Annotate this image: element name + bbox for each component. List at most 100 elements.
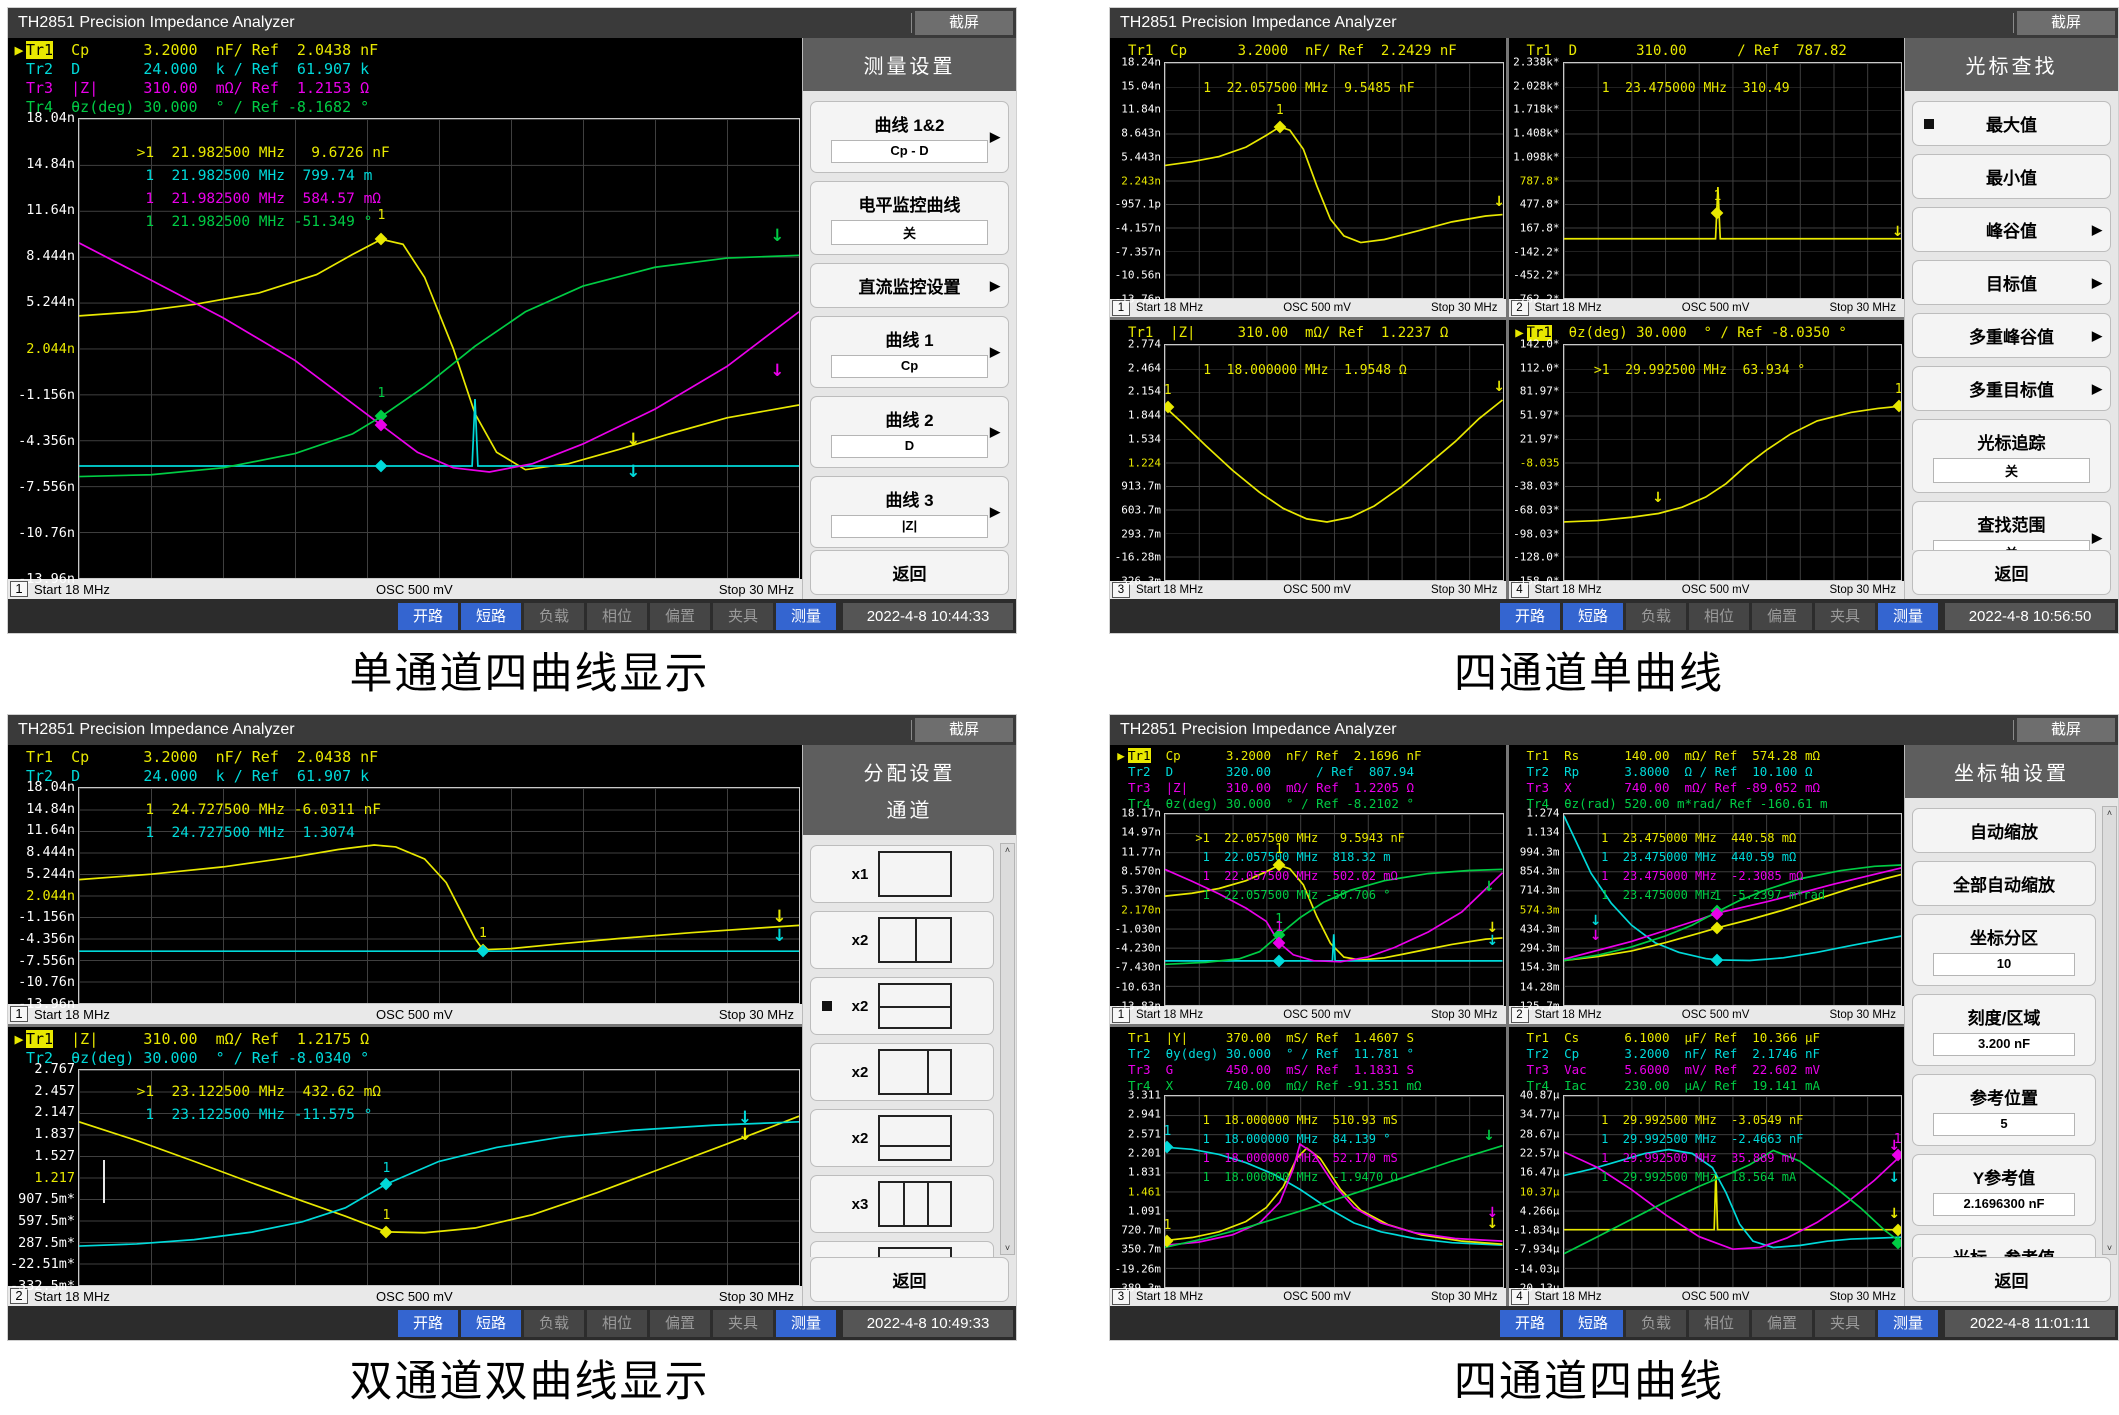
menu-button-1[interactable]: 电平监控曲线关 — [810, 181, 1009, 255]
status-button-2[interactable]: 负载 — [524, 1310, 584, 1337]
cursor-line — [103, 1160, 105, 1203]
menu-button-3[interactable]: 目标值▶ — [1912, 260, 2111, 305]
menu-button-0[interactable]: 曲线 1&2Cp - D▶ — [810, 101, 1009, 173]
active-trace-arrow-icon — [1114, 323, 1128, 343]
plot-area[interactable]: 1 18.000000 MHz 510.93 mS 1 18.000000 MH… — [1164, 1095, 1504, 1288]
status-button-4[interactable]: 偏置 — [1752, 1310, 1812, 1337]
marker-number-label: 1 — [377, 208, 385, 223]
status-button-2[interactable]: 负载 — [1626, 1310, 1686, 1337]
y-axis-tick-label: 1.831 — [1128, 1166, 1161, 1179]
back-button[interactable]: 返回 — [1912, 1257, 2111, 1302]
menu-button-4[interactable]: 参考位置5 — [1912, 1074, 2096, 1146]
menu-button-6[interactable]: x3 — [810, 1241, 994, 1257]
back-button[interactable]: 返回 — [1912, 550, 2111, 595]
y-axis-tick-label: -16.28m — [1115, 551, 1161, 564]
menu-button-3[interactable]: x2 — [810, 1043, 994, 1101]
status-button-1[interactable]: 短路 — [1563, 1310, 1623, 1337]
status-button-1[interactable]: 短路 — [461, 603, 521, 630]
menu-button-7[interactable]: 查找范围关▶ — [1912, 501, 2111, 550]
back-button[interactable]: 返回 — [810, 550, 1009, 595]
y-axis-tick-label: 1.718k* — [1513, 103, 1559, 116]
screenshot-button[interactable]: 截屏 — [2017, 11, 2115, 35]
plot-row: 18.24n15.04n11.84n8.643n5.443n2.243n-957… — [1110, 62, 1506, 299]
screenshot-button[interactable]: 截屏 — [915, 718, 1013, 742]
marker-readout: >1 22.057500 MHz 9.5943 nF 1 22.057500 M… — [1195, 829, 1405, 905]
plot-area[interactable]: >1 21.982500 MHz 9.6726 nF 1 21.982500 M… — [78, 118, 800, 579]
plot-area[interactable]: 1 18.000000 MHz 1.9548 Ω1↓ — [1164, 344, 1504, 581]
menu-scrollbar[interactable]: ˄˅ — [1000, 843, 1015, 1255]
menu-button-1[interactable]: 全部自动缩放 — [1912, 861, 2096, 906]
status-button-2[interactable]: 负载 — [524, 603, 584, 630]
display-area: ▶Tr1 Cp 3.2000 nF/ Ref 2.1696 nF Tr2 D 3… — [1110, 745, 1904, 1306]
status-button-0[interactable]: 开路 — [398, 603, 458, 630]
trace-header: ▶Tr1 |Z| 310.00 mΩ/ Ref 1.2175 Ω Tr2 θz(… — [8, 1027, 802, 1069]
y-axis-tick-label: 1.091 — [1128, 1204, 1161, 1217]
trace-params: |Z| 310.00 mΩ/ Ref 1.2205 Ω — [1151, 780, 1414, 795]
status-button-0[interactable]: 开路 — [398, 1310, 458, 1337]
status-button-0[interactable]: 开路 — [1500, 603, 1560, 630]
quad-top-right: TH2851 Precision Impedance Analyzer截屏 Tr… — [1059, 0, 2119, 707]
menu-button-label: 最大值 — [1986, 116, 2037, 135]
menu-button-4[interactable]: 曲线 2D▶ — [810, 396, 1009, 468]
status-button-3[interactable]: 相位 — [1689, 1310, 1749, 1337]
status-button-0[interactable]: 开路 — [1500, 1310, 1560, 1337]
status-button-1[interactable]: 短路 — [1563, 603, 1623, 630]
menu-button-2[interactable]: 峰谷值▶ — [1912, 207, 2111, 252]
plot-area[interactable]: >1 29.992500 MHz 63.934 °1↓ — [1563, 344, 1903, 581]
menu-button-1[interactable]: x2 — [810, 911, 994, 969]
status-button-6[interactable]: 测量 — [1878, 1310, 1938, 1337]
status-button-5[interactable]: 夹具 — [1815, 1310, 1875, 1337]
plot-area[interactable]: 1 22.057500 MHz 9.5485 nF1↓ — [1164, 62, 1504, 299]
menu-button-3[interactable]: 刻度/区域3.200 nF — [1912, 994, 2096, 1066]
status-button-5[interactable]: 夹具 — [713, 603, 773, 630]
menu-button-3[interactable]: 曲线 1Cp▶ — [810, 316, 1009, 388]
y-axis-tick-label: 2.170n — [1121, 903, 1161, 916]
menu-button-0[interactable]: 自动缩放 — [1912, 808, 2096, 853]
status-button-3[interactable]: 相位 — [587, 1310, 647, 1337]
menu-button-2[interactable]: x2 — [810, 977, 994, 1035]
plot-area[interactable]: 1 29.992500 MHz -3.0549 nF 1 29.992500 M… — [1563, 1095, 1903, 1288]
plot-area[interactable]: >1 22.057500 MHz 9.5943 nF 1 22.057500 M… — [1164, 813, 1504, 1006]
menu-button-4[interactable]: 多重峰谷值▶ — [1912, 313, 2111, 358]
plot-area[interactable]: >1 23.122500 MHz 432.62 mΩ 1 23.122500 M… — [78, 1069, 800, 1286]
menu-button-5[interactable]: 多重目标值▶ — [1912, 366, 2111, 411]
y-axis-labels: 18.04n14.84n11.64n8.444n5.244n2.044n-1.1… — [8, 118, 78, 579]
status-button-6[interactable]: 测量 — [776, 1310, 836, 1337]
menu-button-5[interactable]: x3 — [810, 1175, 994, 1233]
menu-button-6[interactable]: 光标追踪关 — [1912, 419, 2111, 493]
status-button-4[interactable]: 偏置 — [1752, 603, 1812, 630]
status-button-3[interactable]: 相位 — [587, 603, 647, 630]
y-axis-tick-label: -762.2* — [1513, 293, 1559, 306]
menu-button-1[interactable]: 最小值 — [1912, 154, 2111, 199]
menu-button-5[interactable]: 曲线 3|Z|▶ — [810, 476, 1009, 548]
menu-scrollbar[interactable]: ˄˅ — [2102, 806, 2117, 1255]
y-axis-tick-label: 8.444n — [26, 248, 75, 264]
status-button-5[interactable]: 夹具 — [1815, 603, 1875, 630]
menu-button-5[interactable]: Y参考值2.1696300 nF — [1912, 1154, 2096, 1226]
back-button[interactable]: 返回 — [810, 1257, 1009, 1302]
status-button-6[interactable]: 测量 — [776, 603, 836, 630]
status-button-2[interactable]: 负载 — [1626, 603, 1686, 630]
menu-button-2[interactable]: 坐标分区10 — [1912, 914, 2096, 986]
y-axis-labels: 18.17n14.97n11.77n8.570n5.370n2.170n-1.0… — [1110, 813, 1164, 1006]
trace-params: θz(rad) 520.00 m*rad/ Ref -160.61 m — [1549, 796, 1827, 811]
screenshot-button[interactable]: 截屏 — [915, 11, 1013, 35]
status-button-1[interactable]: 短路 — [461, 1310, 521, 1337]
status-button-3[interactable]: 相位 — [1689, 603, 1749, 630]
plot-area[interactable]: 1 24.727500 MHz -6.0311 nF 1 24.727500 M… — [78, 787, 800, 1004]
screenshot-button[interactable]: 截屏 — [2017, 718, 2115, 742]
menu-button-6[interactable]: 光标→参考值 — [1912, 1234, 2096, 1257]
status-button-4[interactable]: 偏置 — [650, 1310, 710, 1337]
plot-area[interactable]: 1 23.475000 MHz 310.491↓ — [1563, 62, 1903, 299]
menu-button-0[interactable]: 最大值 — [1912, 101, 2111, 146]
menu-button-2[interactable]: 直流监控设置▶ — [810, 263, 1009, 308]
status-button-5[interactable]: 夹具 — [713, 1310, 773, 1337]
y-axis-tick-label: -1.156n — [18, 909, 75, 925]
menu-button-4[interactable]: x2 — [810, 1109, 994, 1167]
menu-button-0[interactable]: x1 — [810, 845, 994, 903]
status-button-6[interactable]: 测量 — [1878, 603, 1938, 630]
plot-area[interactable]: 1 23.475000 MHz 440.58 mΩ 1 23.475000 MH… — [1563, 813, 1903, 1006]
y-axis-tick-label: -158.0* — [1513, 575, 1559, 588]
plot-row: 18.04n14.84n11.64n8.444n5.244n2.044n-1.1… — [8, 118, 802, 579]
status-button-4[interactable]: 偏置 — [650, 603, 710, 630]
